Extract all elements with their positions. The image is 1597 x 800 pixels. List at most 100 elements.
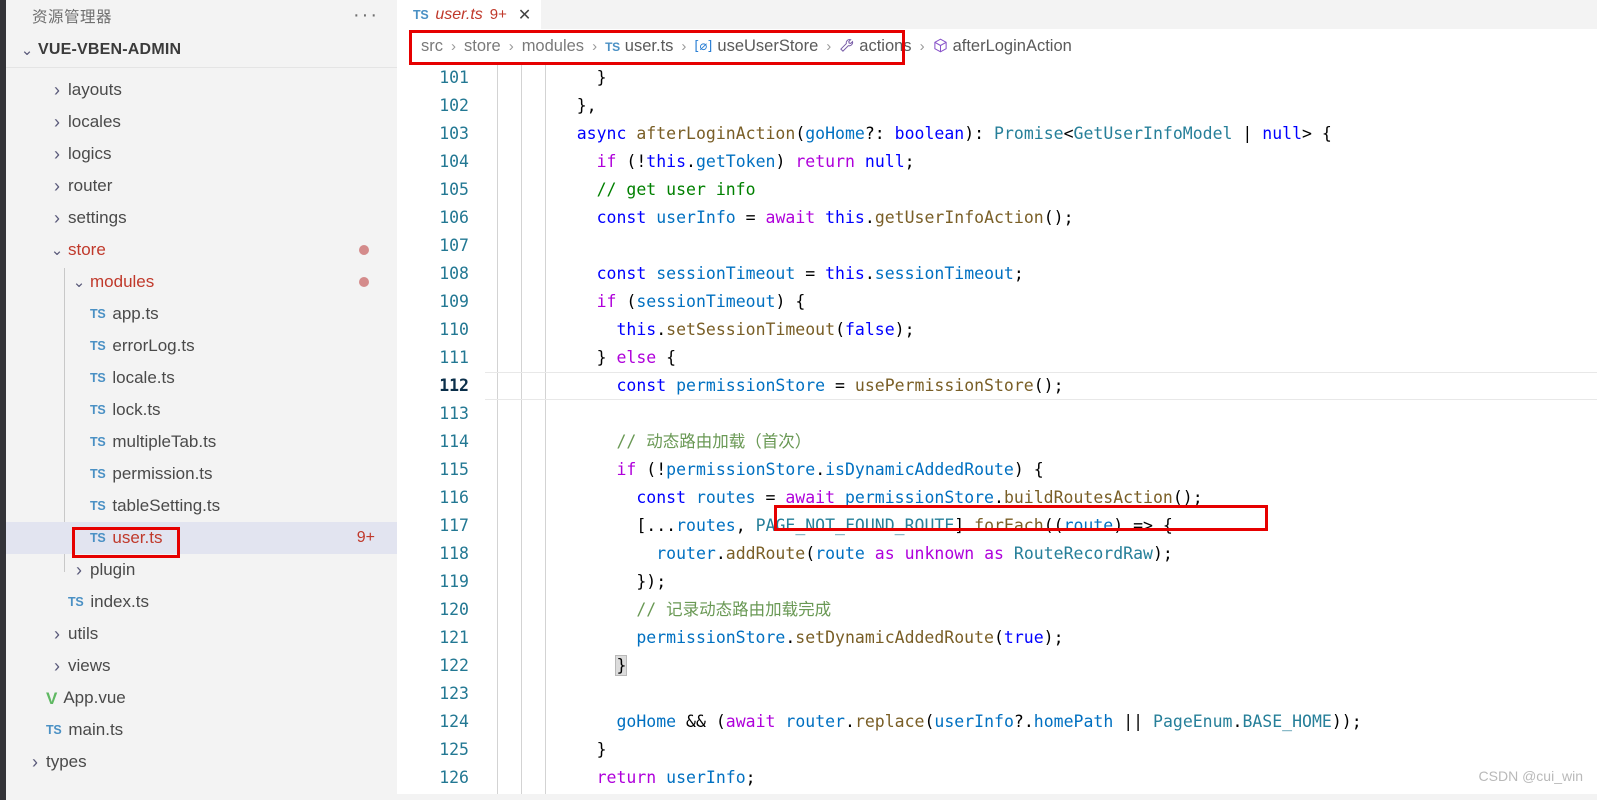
code-line[interactable]: 109 if (sessionTimeout) { — [397, 288, 1597, 316]
tree-file-errorLog-ts[interactable]: TS errorLog.ts — [6, 330, 397, 362]
code-line[interactable]: 112 const permissionStore = usePermissio… — [397, 372, 1597, 400]
ts-file-icon: TS — [90, 499, 106, 513]
tree-row-content: › logics — [6, 144, 111, 165]
line-number: 109 — [439, 292, 469, 311]
tab-user-ts[interactable]: TS user.ts 9+ ✕ — [397, 0, 542, 29]
tree-file-multipleTab-ts[interactable]: TS multipleTab.ts — [6, 426, 397, 458]
chevron-down-icon[interactable]: ⌄ — [46, 241, 68, 259]
tree-row-content: TS tableSetting.ts — [6, 496, 220, 516]
code-line-text: permissionStore.setDynamicAddedRoute(tru… — [636, 628, 1064, 647]
code-line-text: const routes = await permissionStore.bui… — [636, 488, 1203, 507]
modified-dot-indicator — [359, 245, 369, 255]
code-line-text: if (!this.getToken) return null; — [596, 152, 915, 171]
tree-item-label: views — [68, 656, 111, 675]
code-line[interactable]: 121 permissionStore.setDynamicAddedRoute… — [397, 624, 1597, 652]
chevron-right-icon[interactable]: › — [68, 560, 90, 581]
code-line[interactable]: 108 const sessionTimeout = this.sessionT… — [397, 260, 1597, 288]
code-editor[interactable]: 101 } 102 }, 103 async afterLoginAction(go… — [397, 64, 1597, 800]
tree-folder-settings[interactable]: › settings — [6, 202, 397, 234]
code-line[interactable]: 105 // get user info — [397, 176, 1597, 204]
breadcrumb-item-user-ts[interactable]: TS user.ts — [605, 37, 673, 56]
line-number: 102 — [439, 96, 469, 115]
chevron-right-icon[interactable]: › — [46, 208, 68, 229]
code-line[interactable]: 115 if (!permissionStore.isDynamicAddedR… — [397, 456, 1597, 484]
explorer-title: 资源管理器 — [32, 8, 113, 26]
code-line[interactable]: 125 } — [397, 736, 1597, 764]
line-number: 104 — [439, 152, 469, 171]
close-icon[interactable]: ✕ — [518, 5, 531, 25]
tree-file-tableSetting-ts[interactable]: TS tableSetting.ts — [6, 490, 397, 522]
tree-file-lock-ts[interactable]: TS lock.ts — [6, 394, 397, 426]
code-line[interactable]: 122 } — [397, 652, 1597, 680]
tree-folder-plugin[interactable]: › plugin — [6, 554, 397, 586]
chevron-down-icon[interactable]: ⌄ — [68, 273, 90, 291]
tree-folder-types[interactable]: › types — [6, 746, 397, 778]
breadcrumb-item-src[interactable]: src — [421, 37, 443, 56]
code-line[interactable]: 123 — [397, 680, 1597, 708]
tab-problem-badge: 9+ — [489, 6, 507, 23]
tree-file-app-ts[interactable]: TS app.ts — [6, 298, 397, 330]
chevron-right-icon[interactable]: › — [46, 112, 68, 133]
code-line[interactable]: 120 // 记录动态路由加载完成 — [397, 596, 1597, 624]
bottom-strip — [397, 794, 1597, 800]
tree-item-label: tableSetting.ts — [112, 496, 221, 515]
chevron-right-icon[interactable]: › — [46, 80, 68, 101]
code-line[interactable]: 111 } else { — [397, 344, 1597, 372]
breadcrumb-label: src — [421, 37, 443, 55]
code-line[interactable]: 119 }); — [397, 568, 1597, 596]
code-line[interactable]: 103 async afterLoginAction(goHome?: bool… — [397, 120, 1597, 148]
code-line[interactable]: 114 // 动态路由加载（首次） — [397, 428, 1597, 456]
tree-file-App-vue[interactable]: V App.vue — [6, 682, 397, 714]
interface-icon: [⌀] — [694, 39, 713, 54]
code-line[interactable]: 118 router.addRoute(route as unknown as … — [397, 540, 1597, 568]
code-line[interactable]: 101 } — [397, 64, 1597, 92]
tree-file-permission-ts[interactable]: TS permission.ts — [6, 458, 397, 490]
tree-item-label: main.ts — [68, 720, 124, 739]
code-line[interactable]: 104 if (!this.getToken) return null; — [397, 148, 1597, 176]
code-line[interactable]: 117 [...routes, PAGE_NOT_FOUND_ROUTE].fo… — [397, 512, 1597, 540]
line-number: 106 — [439, 208, 469, 227]
code-line-text: async afterLoginAction(goHome?: boolean)… — [576, 124, 1332, 143]
breadcrumb-item-actions[interactable]: actions — [839, 37, 912, 56]
tree-file-locale-ts[interactable]: TS locale.ts — [6, 362, 397, 394]
tree-file-main-ts[interactable]: TS main.ts — [6, 714, 397, 746]
breadcrumb-item-modules[interactable]: modules — [522, 37, 584, 56]
breadcrumb-item-useUserStore[interactable]: [⌀] useUserStore — [694, 37, 818, 56]
tree-item-label: modules — [90, 272, 155, 291]
tree-folder-logics[interactable]: › logics — [6, 138, 397, 170]
code-line[interactable]: 124 goHome && (await router.replace(user… — [397, 708, 1597, 736]
tree-folder-locales[interactable]: › locales — [6, 106, 397, 138]
tree-folder-utils[interactable]: › utils — [6, 618, 397, 650]
tree-folder-views[interactable]: › views — [6, 650, 397, 682]
code-line[interactable]: 113 — [397, 400, 1597, 428]
tree-file-user-ts[interactable]: TS user.ts 9+ — [6, 522, 397, 554]
code-line[interactable]: 110 this.setSessionTimeout(false); — [397, 316, 1597, 344]
tree-file-index-ts[interactable]: TS index.ts — [6, 586, 397, 618]
tree-folder-router[interactable]: › router — [6, 170, 397, 202]
tree-item-label: locales — [68, 112, 121, 131]
breadcrumb-item-afterLoginAction[interactable]: afterLoginAction — [933, 37, 1072, 56]
tree-folder-store[interactable]: ⌄ store — [6, 234, 397, 266]
tree-folder-layouts[interactable]: › layouts — [6, 74, 397, 106]
chevron-right-icon[interactable]: › — [46, 144, 68, 165]
chevron-right-icon[interactable]: › — [46, 176, 68, 197]
breadcrumb-separator-icon: › — [919, 38, 925, 55]
code-line-text: // get user info — [596, 180, 756, 199]
chevron-right-icon[interactable]: › — [46, 656, 68, 677]
chevron-right-icon[interactable]: › — [46, 624, 68, 645]
code-line[interactable]: 126 return userInfo; — [397, 764, 1597, 792]
breadcrumb-item-store[interactable]: store — [464, 37, 501, 56]
tree-item-label: store — [68, 240, 106, 259]
code-line[interactable]: 107 — [397, 232, 1597, 260]
chevron-right-icon[interactable]: › — [24, 752, 46, 773]
ellipsis-icon[interactable]: ··· — [353, 4, 379, 26]
root-folder-row[interactable]: ⌄ VUE-VBEN-ADMIN — [6, 32, 397, 68]
tree-row-content: ⌄ store — [6, 240, 106, 260]
tree-folder-modules[interactable]: ⌄ modules — [6, 266, 397, 298]
code-line[interactable]: 102 }, — [397, 92, 1597, 120]
line-number: 105 — [439, 180, 469, 199]
code-line-text: const sessionTimeout = this.sessionTimeo… — [596, 264, 1024, 283]
line-number: 110 — [439, 320, 469, 339]
code-line[interactable]: 116 const routes = await permissionStore… — [397, 484, 1597, 512]
code-line[interactable]: 106 const userInfo = await this.getUserI… — [397, 204, 1597, 232]
